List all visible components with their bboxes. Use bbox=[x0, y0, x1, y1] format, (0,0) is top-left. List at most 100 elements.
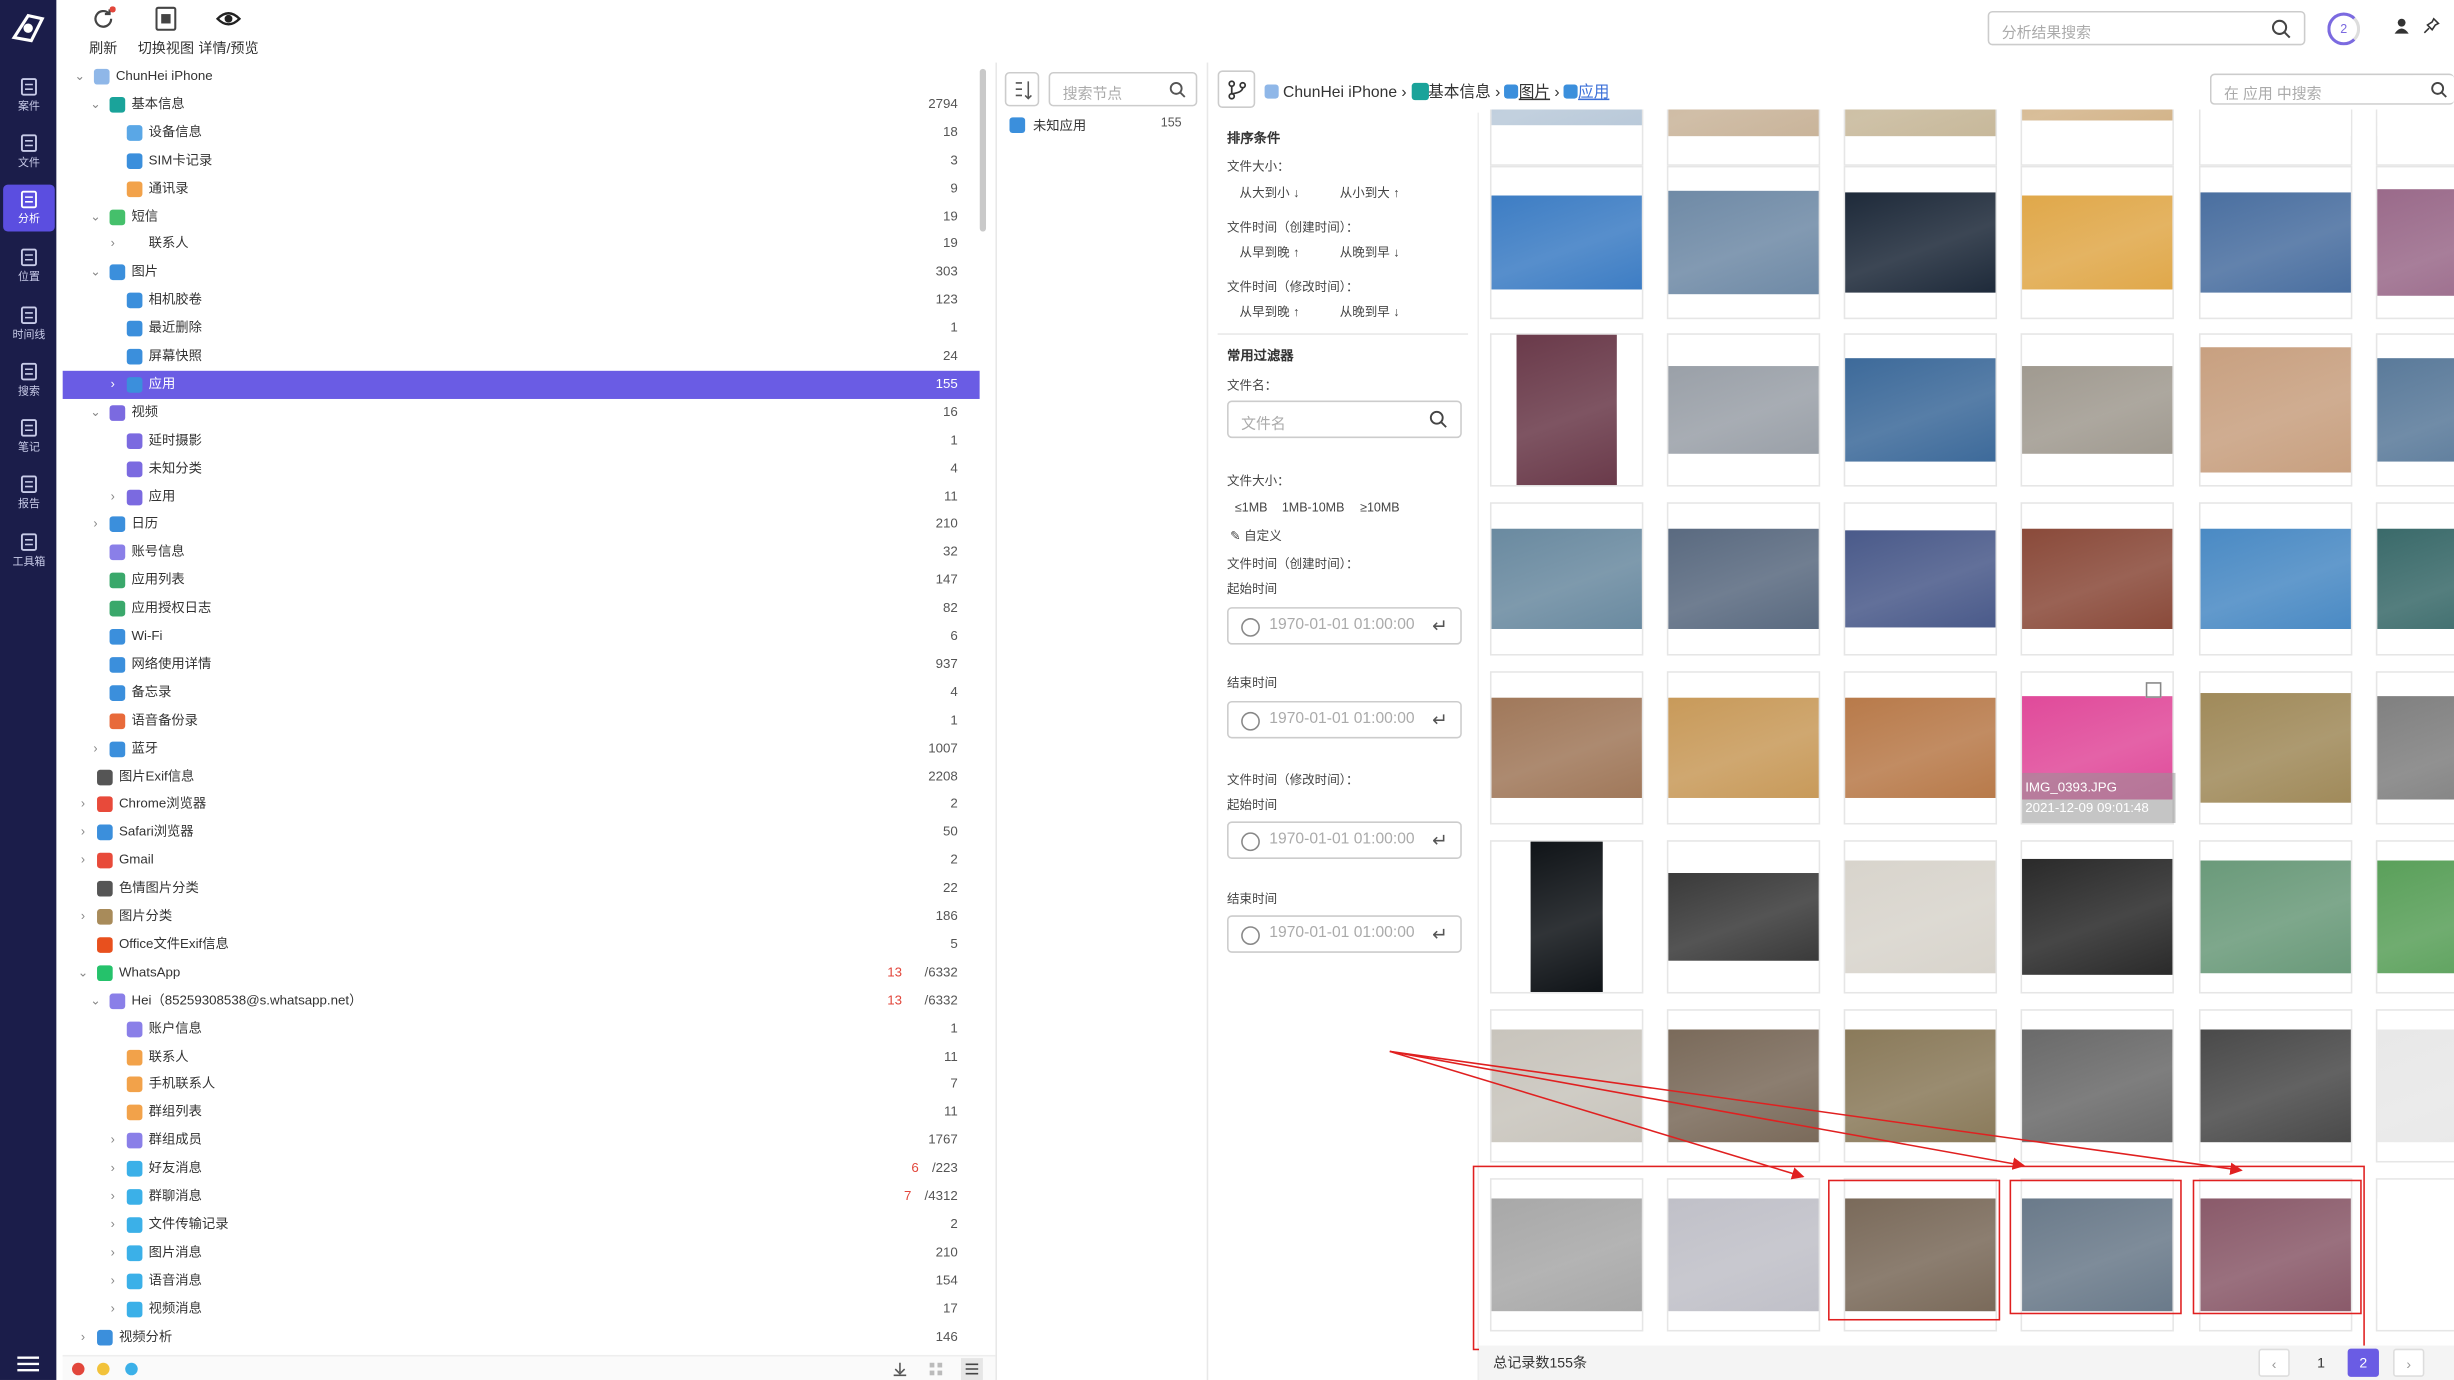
tree-scrollbar[interactable] bbox=[979, 68, 987, 232]
image-thumbnail-cell[interactable] bbox=[2198, 333, 2353, 487]
image-select-checkbox[interactable] bbox=[2145, 682, 2162, 698]
image-thumbnail-cell[interactable] bbox=[1666, 502, 1821, 656]
expand-chevron-icon[interactable]: › bbox=[105, 483, 121, 511]
image-thumbnail-cell[interactable] bbox=[2198, 109, 2353, 166]
breadcrumb-pictures[interactable]: 图片 bbox=[1519, 84, 1550, 101]
tree-row[interactable]: › 图片消息 210 bbox=[63, 1239, 980, 1267]
expand-chevron-icon[interactable]: › bbox=[75, 819, 91, 847]
image-thumbnail-cell[interactable] bbox=[2198, 671, 2353, 825]
tree-row[interactable]: › Gmail 2 bbox=[63, 847, 980, 875]
tree-row[interactable]: ⌄ Hei（85259308538@s.whatsapp.net） 13 /6332 bbox=[63, 987, 980, 1015]
expand-chevron-icon[interactable]: › bbox=[105, 1295, 121, 1323]
image-thumbnail-cell[interactable] bbox=[1666, 1009, 1821, 1163]
expand-chevron-icon[interactable]: › bbox=[105, 1127, 121, 1155]
page-2-button[interactable]: 2 bbox=[2347, 1348, 2379, 1377]
enter-icon[interactable]: ↵ bbox=[1432, 829, 1448, 851]
collapse-chevron-icon[interactable]: ⌄ bbox=[88, 91, 104, 119]
tree-row[interactable]: 图片Exif信息 2208 bbox=[63, 763, 980, 791]
tree-row[interactable]: 未知分类 4 bbox=[63, 455, 980, 483]
image-thumbnail-cell[interactable] bbox=[2198, 165, 2353, 320]
collapse-chevron-icon[interactable]: ⌄ bbox=[72, 63, 88, 91]
search-icon[interactable] bbox=[1429, 410, 1448, 429]
collapse-chevron-icon[interactable]: ⌄ bbox=[75, 959, 91, 987]
image-thumbnail-cell[interactable] bbox=[1489, 165, 1644, 320]
image-thumbnail-cell[interactable] bbox=[2198, 502, 2353, 656]
search-icon[interactable] bbox=[2431, 81, 2448, 98]
expand-chevron-icon[interactable]: › bbox=[105, 371, 121, 399]
image-thumbnail-cell[interactable] bbox=[2375, 1009, 2454, 1163]
size-filter-le1mb[interactable]: ≤1MB bbox=[1235, 501, 1268, 515]
list-view-icon[interactable] bbox=[960, 1358, 983, 1380]
nav-search[interactable]: 搜索 bbox=[3, 357, 55, 404]
image-thumbnail-cell[interactable] bbox=[1843, 1009, 1998, 1163]
mtime-late-early-option[interactable]: 从晚到早 ↓ bbox=[1340, 304, 1400, 321]
tree-row[interactable]: SIM卡记录 3 bbox=[63, 147, 980, 175]
image-thumbnail-cell[interactable] bbox=[1489, 333, 1644, 487]
sort-nodes-button[interactable] bbox=[1004, 71, 1040, 107]
breadcrumb-device[interactable]: ChunHei iPhone bbox=[1283, 84, 1397, 101]
image-thumbnail-cell[interactable] bbox=[2020, 840, 2174, 994]
download-icon[interactable] bbox=[892, 1361, 908, 1377]
nav-report[interactable]: 报告 bbox=[3, 469, 55, 516]
image-thumbnail-cell[interactable] bbox=[2198, 840, 2353, 994]
size-filter-1-10mb[interactable]: 1MB-10MB bbox=[1282, 501, 1345, 515]
nav-location[interactable]: 位置 bbox=[3, 243, 55, 290]
page-1-button[interactable]: 1 bbox=[2305, 1349, 2336, 1377]
size-filter-ge10mb[interactable]: ≥10MB bbox=[1360, 501, 1400, 515]
expand-chevron-icon[interactable]: › bbox=[75, 791, 91, 819]
expand-chevron-icon[interactable]: › bbox=[75, 903, 91, 931]
tree-row[interactable]: › Safari浏览器 50 bbox=[63, 819, 980, 847]
tree-row[interactable]: 联系人 11 bbox=[63, 1043, 980, 1071]
image-thumbnail-cell[interactable] bbox=[2020, 333, 2174, 487]
tree-row[interactable]: ⌄ 基本信息 2794 bbox=[63, 91, 980, 119]
analysis-search-input[interactable]: 分析结果搜索 bbox=[1987, 10, 2306, 46]
tree-row[interactable]: Office文件Exif信息 5 bbox=[63, 931, 980, 959]
next-page-button[interactable]: › bbox=[2393, 1348, 2425, 1377]
tree-row[interactable]: 账号信息 32 bbox=[63, 539, 980, 567]
expand-chevron-icon[interactable]: › bbox=[75, 847, 91, 875]
image-thumbnail-cell[interactable] bbox=[1666, 840, 1821, 994]
ctime-start-input[interactable]: 1970-01-01 01:00:00 ↵ bbox=[1227, 607, 1462, 645]
image-thumbnail-cell[interactable] bbox=[2198, 1009, 2353, 1163]
tree-row[interactable]: › Chrome浏览器 2 bbox=[63, 791, 980, 819]
tree-row[interactable]: › 群聊消息 7 /4312 bbox=[63, 1183, 980, 1211]
tree-row[interactable]: 语音备份录 1 bbox=[63, 707, 980, 735]
tree-row[interactable]: › 文件传输记录 2 bbox=[63, 1211, 980, 1239]
pin-icon[interactable] bbox=[2423, 17, 2440, 34]
image-thumbnail-cell[interactable] bbox=[1666, 165, 1821, 320]
tree-row[interactable]: › 图片分类 186 bbox=[63, 903, 980, 931]
filename-input[interactable]: 文件名 bbox=[1227, 400, 1462, 439]
expand-chevron-icon[interactable]: › bbox=[105, 1239, 121, 1267]
collapse-chevron-icon[interactable]: ⌄ bbox=[88, 203, 104, 231]
ctime-late-early-option[interactable]: 从晚到早 ↓ bbox=[1340, 244, 1400, 261]
image-thumbnail-cell[interactable] bbox=[1489, 671, 1644, 825]
image-thumbnail-cell[interactable] bbox=[1843, 671, 1998, 825]
tree-row[interactable]: ⌄ 视频 16 bbox=[63, 399, 980, 427]
enter-icon[interactable]: ↵ bbox=[1432, 615, 1448, 637]
size-asc-option[interactable]: 从小到大 ↑ bbox=[1340, 185, 1400, 202]
nav-note[interactable]: 笔记 bbox=[3, 413, 55, 460]
blue-dot-icon[interactable] bbox=[125, 1362, 138, 1376]
tree-row[interactable]: › 好友消息 6 /223 bbox=[63, 1155, 980, 1183]
image-thumbnail-cell[interactable] bbox=[2375, 165, 2454, 320]
mtime-early-late-option[interactable]: 从早到晚 ↑ bbox=[1240, 304, 1300, 321]
tree-row[interactable]: 备忘录 4 bbox=[63, 679, 980, 707]
expand-chevron-icon[interactable]: › bbox=[105, 1211, 121, 1239]
nav-toolbox[interactable]: 工具箱 bbox=[3, 527, 55, 574]
expand-chevron-icon[interactable]: › bbox=[88, 511, 104, 539]
tree-row[interactable]: 设备信息 18 bbox=[63, 119, 980, 147]
task-progress-badge[interactable]: 2 bbox=[2327, 12, 2361, 46]
expand-chevron-icon[interactable]: › bbox=[105, 1183, 121, 1211]
mtime-start-input[interactable]: 1970-01-01 01:00:00 ↵ bbox=[1227, 821, 1462, 859]
tree-row[interactable]: 色情图片分类 22 bbox=[63, 875, 980, 903]
ctime-early-late-option[interactable]: 从早到晚 ↑ bbox=[1240, 244, 1300, 261]
tree-row[interactable]: Wi-Fi 6 bbox=[63, 623, 980, 651]
image-thumbnail-cell[interactable] bbox=[1843, 333, 1998, 487]
image-thumbnail-cell[interactable] bbox=[2020, 1009, 2174, 1163]
nav-case[interactable]: 案件 bbox=[3, 72, 55, 119]
expand-chevron-icon[interactable]: › bbox=[105, 1267, 121, 1295]
red-dot-icon[interactable] bbox=[71, 1362, 85, 1376]
image-thumbnail-cell[interactable] bbox=[2375, 109, 2454, 166]
image-thumbnail-cell[interactable] bbox=[1489, 502, 1644, 656]
tree-row[interactable]: 延时摄影 1 bbox=[63, 427, 980, 455]
